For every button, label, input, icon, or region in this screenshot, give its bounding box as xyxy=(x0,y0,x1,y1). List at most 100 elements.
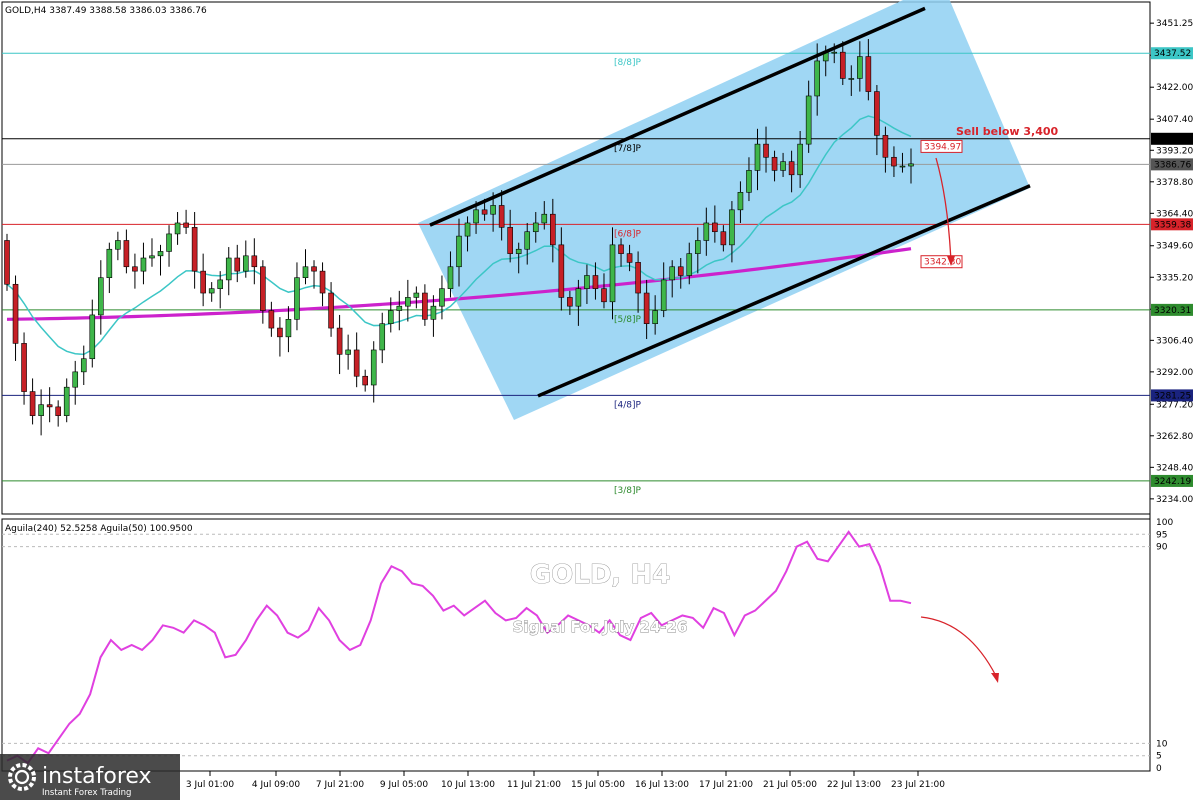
candle xyxy=(319,262,326,307)
time-axis: 3 Jul 01:00 4 Jul 09:00 7 Jul 21:00 9 Jul 0… xyxy=(186,771,945,790)
candle xyxy=(21,332,27,405)
svg-text:3359.38: 3359.38 xyxy=(1154,220,1191,230)
price-label-support-5-8: 3320.31 xyxy=(1151,303,1193,316)
candle xyxy=(140,242,147,285)
time-label-7: 16 Jul 13:00 xyxy=(635,780,689,790)
time-label-4: 10 Jul 13:00 xyxy=(441,780,495,790)
candle xyxy=(413,286,420,309)
candle xyxy=(422,284,428,326)
murrey-label-4: [4/8]P xyxy=(614,400,642,410)
candle xyxy=(115,231,121,261)
candle xyxy=(268,301,275,337)
price-label-pivot: 3398.44 xyxy=(1151,132,1193,145)
candle xyxy=(166,225,172,267)
candle xyxy=(12,275,19,361)
time-label-0: 3 Jul 01:00 xyxy=(186,780,235,790)
price-tick-7: 3349.60 xyxy=(1156,242,1193,252)
svg-text:3437.52: 3437.52 xyxy=(1154,49,1191,59)
svg-text:3242.19: 3242.19 xyxy=(1154,477,1191,487)
oscillator-line xyxy=(6,530,912,765)
candle xyxy=(234,244,241,283)
time-label-1: 4 Jul 09:00 xyxy=(252,780,301,790)
candle xyxy=(353,332,360,388)
osc-tick-3: 10 xyxy=(1156,739,1168,749)
candle xyxy=(80,345,87,385)
time-label-2: 7 Jul 21:00 xyxy=(316,780,365,790)
candle xyxy=(396,290,403,331)
candle xyxy=(55,400,61,427)
candle xyxy=(311,260,317,289)
price-axis: 3451.253436.603422.003407.403393.203378.… xyxy=(1150,19,1193,505)
price-tag-0: 3394.97 xyxy=(920,139,963,153)
candle xyxy=(123,229,130,274)
candle xyxy=(200,253,206,307)
gold-h4-chart: [8/8]P [7/8]P [6/8]P [5/8]P [4/8]P [3/8]P 345… xyxy=(0,0,1193,800)
candle xyxy=(379,312,386,364)
price-tick-13: 3262.80 xyxy=(1156,432,1193,442)
header-symbol: GOLD,H4 3387.49 3388.58 3386.03 3386.76 xyxy=(5,6,207,16)
price-tick-2: 3422.00 xyxy=(1156,83,1193,93)
candle xyxy=(38,389,44,436)
candle xyxy=(98,260,104,335)
overlay-subtitle: Signal For July 24-26 xyxy=(513,618,688,636)
price-label-high-marker: 3437.52 xyxy=(1151,47,1193,60)
candle xyxy=(208,282,215,302)
time-label-9: 21 Jul 05:00 xyxy=(763,780,817,790)
murrey-label-1: [7/8]P xyxy=(614,144,642,154)
candle xyxy=(251,238,258,285)
murrey-label-0: [8/8]P xyxy=(614,58,642,68)
candle xyxy=(63,378,70,423)
oscillator-forecast-arrow-head xyxy=(991,673,999,683)
candle xyxy=(285,306,292,353)
candle xyxy=(72,360,79,405)
candle xyxy=(345,334,351,370)
price-label-support-4-8: 3281.25 xyxy=(1151,389,1193,402)
logo-tagline: Instant Forex Trading xyxy=(42,788,131,798)
price-tick-5: 3378.80 xyxy=(1156,178,1193,188)
overlay-title: GOLD, H4 xyxy=(530,560,670,590)
osc-tick-0: 100 xyxy=(1156,518,1173,528)
price-tick-6: 3364.40 xyxy=(1156,209,1193,219)
time-label-8: 17 Jul 21:00 xyxy=(699,780,753,790)
svg-text:3398.44: 3398.44 xyxy=(1154,135,1191,145)
osc-tick-4: 5 xyxy=(1156,752,1162,762)
svg-text:3386.76: 3386.76 xyxy=(1154,160,1191,170)
price-tag-1: 3342.30 xyxy=(920,255,963,269)
candle xyxy=(370,341,377,403)
osc-tick-1: 95 xyxy=(1156,530,1167,540)
price-tick-11: 3292.00 xyxy=(1156,368,1193,378)
logo-brand: instaforex xyxy=(42,764,152,789)
price-tick-0: 3451.25 xyxy=(1156,19,1193,29)
candle xyxy=(4,233,10,291)
candle xyxy=(225,247,232,296)
candle xyxy=(405,279,411,322)
price-tick-10: 3306.40 xyxy=(1156,336,1193,346)
oscillator-axis: 100 95 90 10 5 0 xyxy=(1156,518,1173,774)
svg-text:3281.25: 3281.25 xyxy=(1154,391,1191,401)
osc-tick-2: 90 xyxy=(1156,543,1168,553)
time-label-3: 9 Jul 05:00 xyxy=(380,780,429,790)
murrey-label-2: [6/8]P xyxy=(614,229,642,239)
sell-note: Sell below 3,400 xyxy=(956,125,1059,138)
price-tick-3: 3407.40 xyxy=(1156,115,1193,125)
candle xyxy=(294,262,300,331)
oscillator-forecast-arrow xyxy=(920,616,997,677)
price-tick-12: 3277.20 xyxy=(1156,400,1193,410)
candle xyxy=(149,238,155,267)
header-indicator: Aguila(240) 52.5258 Aguila(50) 100.9500 xyxy=(5,524,193,534)
candle xyxy=(191,212,198,289)
murrey-label-5: [3/8]P xyxy=(614,486,642,496)
candle xyxy=(106,242,113,294)
candle xyxy=(362,369,368,392)
time-label-11: 23 Jul 21:00 xyxy=(891,780,945,790)
indicator-panel-frame xyxy=(1,518,1151,772)
candle xyxy=(260,260,266,324)
instaforex-logo: instaforex Instant Forex Trading xyxy=(0,754,180,800)
price-tick-8: 3335.20 xyxy=(1156,273,1193,283)
candle xyxy=(277,317,283,357)
osc-tick-5: 0 xyxy=(1156,764,1162,774)
time-label-10: 22 Jul 13:00 xyxy=(827,780,881,790)
candle xyxy=(174,212,181,245)
candle xyxy=(46,387,53,423)
svg-text:3342.30: 3342.30 xyxy=(924,258,961,268)
